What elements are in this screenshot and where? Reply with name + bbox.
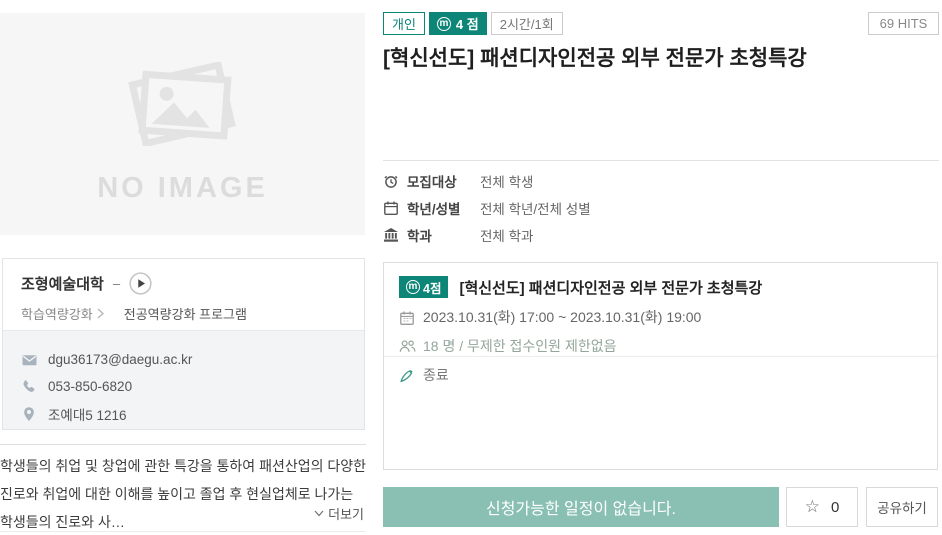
more-label: 더보기 <box>328 504 364 523</box>
program-info-list: 모집대상 전체 학생 학년/성별 전체 학년/전체 성별 학과 전체 학과 <box>383 167 939 248</box>
info-value: 전체 학과 <box>480 225 533 245</box>
schedule-status: 종료 <box>423 365 449 385</box>
schedule-capacity-row: 18 명 / 무제한 접수인원 제한없음 <box>399 336 922 356</box>
info-value: 전체 학생 <box>480 171 533 191</box>
info-label: 학과 <box>407 225 480 245</box>
contact-location-row: 조예대5 1216 <box>21 400 346 427</box>
organization-dash: – <box>113 276 120 291</box>
divider <box>384 356 937 357</box>
pen-icon <box>399 368 416 383</box>
mileage-m-icon: m <box>406 280 420 294</box>
schedule-period: 2023.10.31(화) 17:00 ~ 2023.10.31(화) 19:0… <box>423 307 701 327</box>
more-button[interactable]: 더보기 <box>314 504 364 523</box>
schedule-period-row: 2023.10.31(화) 17:00 ~ 2023.10.31(화) 19:0… <box>399 307 922 327</box>
breadcrumb: 학습역량강화 전공역량강화 프로그램 <box>21 304 346 323</box>
calendar-icon <box>383 200 400 216</box>
bank-icon <box>383 227 400 243</box>
info-row-grade-gender: 학년/성별 전체 학년/전체 성별 <box>383 194 939 221</box>
program-title: [혁신선도] 패션디자인전공 외부 전문가 초청특강 <box>383 42 939 72</box>
schedule-mileage-points: 4점 <box>423 278 441 297</box>
phone-icon <box>21 379 38 395</box>
mileage-points: 4 점 <box>456 14 479 33</box>
organization-contacts: dgu36173@daegu.ac.kr 053-850-6820 조예대5 1… <box>3 330 364 429</box>
info-label: 모집대상 <box>407 171 480 191</box>
favorite-button[interactable]: ☆ 0 <box>786 487 858 527</box>
badge-personal: 개인 <box>383 12 425 35</box>
organization-card: 조형예술대학 – 학습역량강화 전공역량강화 프로그램 <box>2 258 365 430</box>
mail-icon <box>21 352 38 368</box>
people-icon <box>399 339 416 354</box>
play-button[interactable] <box>129 272 152 295</box>
schedule-title: [혁신선도] 패션디자인전공 외부 전문가 초청특강 <box>459 277 762 298</box>
info-label: 학년/성별 <box>407 198 480 218</box>
badge-row: 개인 m 4 점 2시간/1회 <box>383 12 567 35</box>
info-row-target: 모집대상 전체 학생 <box>383 167 939 194</box>
photo-icon <box>122 62 244 146</box>
play-icon <box>129 272 152 295</box>
schedule-card: m 4점 [혁신선도] 패션디자인전공 외부 전문가 초청특강 2023.10.… <box>383 262 938 470</box>
breadcrumb-child[interactable]: 전공역량강화 프로그램 <box>124 304 247 323</box>
badge-duration: 2시간/1회 <box>491 12 563 35</box>
apply-unavailable-button[interactable]: 신청가능한 일정이 없습니다. <box>383 487 779 527</box>
schedule-mileage-badge: m 4점 <box>399 276 448 298</box>
chevron-right-icon <box>97 308 104 319</box>
divider <box>383 160 939 161</box>
schedule-header: m 4점 [혁신선도] 패션디자인전공 외부 전문가 초청특강 <box>399 276 922 298</box>
no-image-label: NO IMAGE <box>97 172 268 205</box>
program-description: 학생들의 취업 및 창업에 관한 특강을 통하여 패션산업의 다양한 진로와 취… <box>0 444 366 532</box>
map-pin-icon <box>21 406 38 422</box>
star-icon: ☆ <box>805 497 820 517</box>
contact-email: dgu36173@daegu.ac.kr <box>48 352 192 367</box>
mileage-m-icon: m <box>437 17 451 31</box>
hits-badge: 69 HITS <box>868 12 939 35</box>
info-value: 전체 학년/전체 성별 <box>480 198 591 218</box>
contact-phone-row: 053-850-6820 <box>21 373 346 400</box>
program-detail-page: NO IMAGE 조형예술대학 – 학습역량강화 전공역량강화 프로그램 <box>0 0 942 535</box>
info-row-department: 학과 전체 학과 <box>383 221 939 248</box>
contact-location: 조예대5 1216 <box>48 404 127 424</box>
program-image-placeholder: NO IMAGE <box>0 13 365 235</box>
schedule-status-row: 종료 <box>399 365 922 385</box>
share-button[interactable]: 공유하기 <box>866 487 938 527</box>
calendar-icon <box>399 310 416 325</box>
breadcrumb-parent[interactable]: 학습역량강화 <box>21 304 93 323</box>
contact-email-row: dgu36173@daegu.ac.kr <box>21 346 346 373</box>
badge-mileage: m 4 점 <box>429 12 487 35</box>
description-text: 학생들의 취업 및 창업에 관한 특강을 통하여 패션산업의 다양한 진로와 취… <box>0 452 366 535</box>
organization-name: 조형예술대학 <box>21 273 104 294</box>
contact-phone: 053-850-6820 <box>48 379 132 394</box>
organization-header: 조형예술대학 – 학습역량강화 전공역량강화 프로그램 <box>3 259 364 330</box>
schedule-capacity: 18 명 / 무제한 접수인원 제한없음 <box>423 336 616 356</box>
chevron-down-icon <box>314 510 324 517</box>
favorite-count: 0 <box>831 499 839 516</box>
alarm-icon <box>383 173 400 189</box>
